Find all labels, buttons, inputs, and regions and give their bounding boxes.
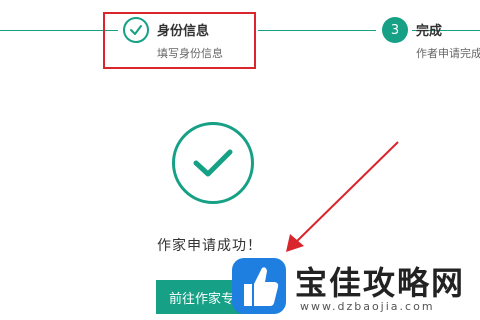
check-icon [193,149,233,177]
watermark-url: www.dzbaojia.com [300,300,435,313]
thumbs-up-icon [244,267,279,306]
annotation-box [103,12,256,69]
watermark-logo [232,258,286,314]
watermark-name: 宝佳攻略网 [295,264,466,302]
step-complete-subtitle: 作者申请完成 [416,47,480,60]
stepper-line-middle [258,30,376,31]
step-complete-title: 完成 [416,24,443,39]
annotation-arrow-icon [286,141,399,252]
step-3-badge: 3 [382,17,408,43]
success-check-icon [172,122,254,204]
stepper-line-left [0,30,118,31]
success-message: 作家申请成功！ [157,238,262,254]
